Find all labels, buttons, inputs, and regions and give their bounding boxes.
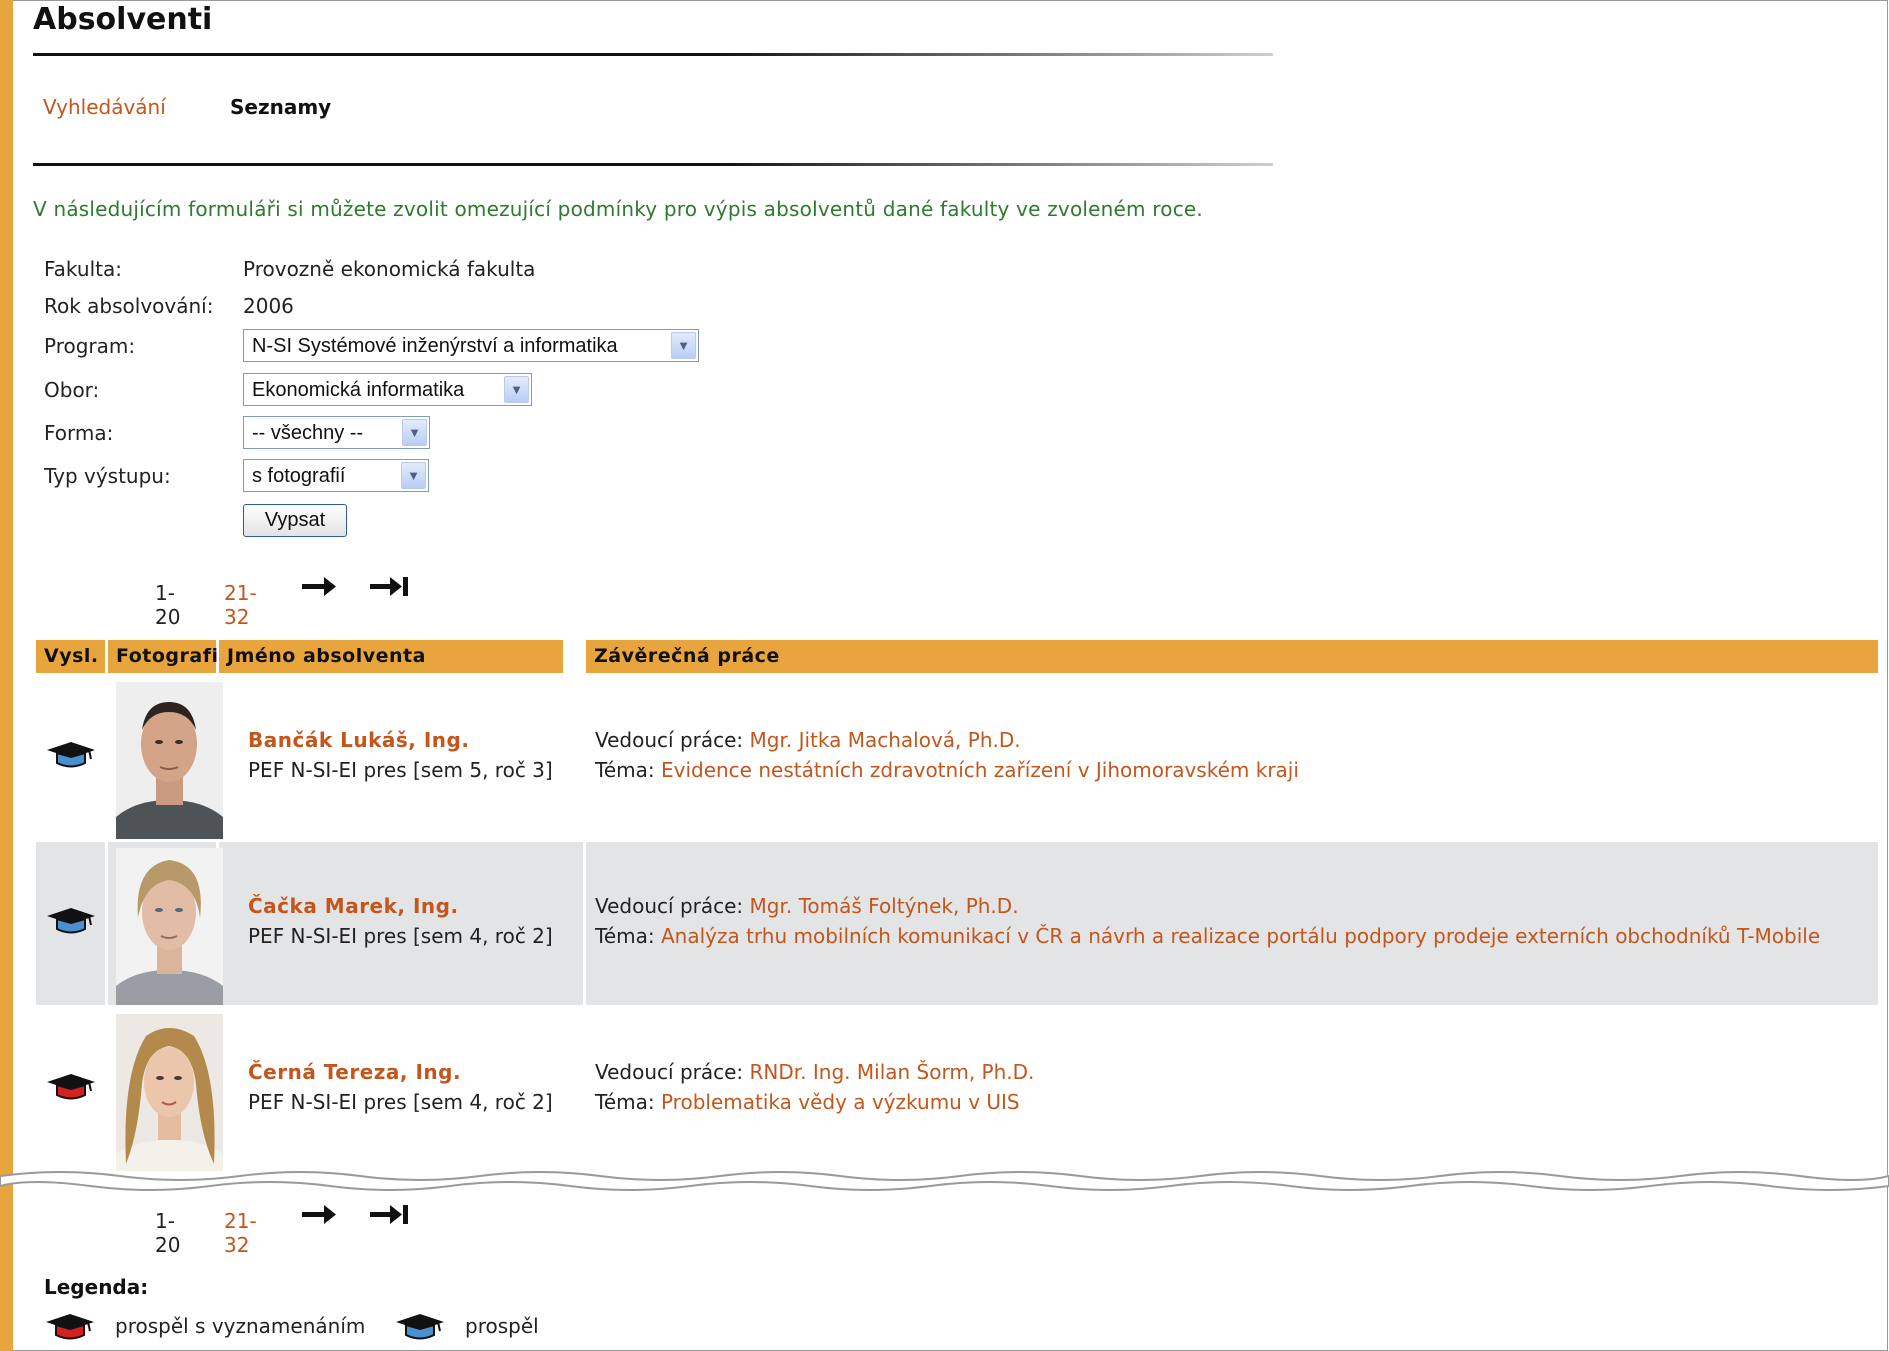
pager-next-range-link[interactable]: 21-32	[224, 581, 257, 629]
section-tabs: Vyhledávání Seznamy	[43, 95, 331, 119]
graduate-photo	[116, 682, 223, 839]
legend-pass-label: prospěl	[465, 1314, 539, 1338]
graduate-study-info: PEF N-SI-EI pres [sem 5, roč 3]	[248, 758, 553, 782]
graduate-study-info: PEF N-SI-EI pres [sem 4, roč 2]	[248, 924, 553, 948]
graduation-cap-red-icon	[46, 1314, 94, 1340]
supervisor-label: Vedoucí práce:	[595, 894, 744, 918]
topic-link[interactable]: Problematika vědy a výzkumu v UIS	[661, 1090, 1020, 1114]
topic-link[interactable]: Analýza trhu mobilních komunikací v ČR a…	[661, 924, 1820, 948]
arrow-right-icon[interactable]	[302, 1202, 338, 1226]
supervisor-line: Vedoucí práce: Mgr. Jitka Machalová, Ph.…	[595, 728, 1021, 752]
supervisor-label: Vedoucí práce:	[595, 728, 744, 752]
chevron-down-icon: ▼	[504, 376, 529, 403]
topic-label: Téma:	[595, 924, 655, 948]
arrow-last-icon[interactable]	[370, 574, 410, 598]
pager-next-range-link[interactable]: 21-32	[224, 1209, 257, 1257]
program-select-value: N-SI Systémové inženýrství a informatika	[252, 335, 618, 357]
arrow-last-icon[interactable]	[370, 1202, 410, 1226]
graduation-cap-blue-icon	[396, 1314, 444, 1340]
graduate-photo	[116, 1014, 223, 1171]
table-header: Vysl. Fotografie Jméno absolventa Závěre…	[36, 640, 1878, 673]
graduation-cap-red-icon[interactable]	[45, 1071, 97, 1101]
graduate-study-info: PEF N-SI-EI pres [sem 4, roč 2]	[248, 1090, 553, 1114]
pager-current: 1-20	[155, 1209, 181, 1257]
chevron-down-icon: ▼	[671, 332, 696, 359]
year-label: Rok absolvování:	[44, 294, 214, 318]
supervisor-label: Vedoucí práce:	[595, 1060, 744, 1084]
study-form-select-value: -- všechny --	[252, 422, 364, 444]
table-row: Černá Tereza, Ing. PEF N-SI-EI pres [sem…	[36, 1008, 1878, 1171]
supervisor-link[interactable]: Mgr. Jitka Machalová, Ph.D.	[750, 728, 1021, 752]
table-row: Bančák Lukáš, Ing. PEF N-SI-EI pres [sem…	[36, 676, 1878, 839]
topic-line: Téma: Evidence nestátních zdravotních za…	[595, 758, 1299, 782]
supervisor-link[interactable]: Mgr. Tomáš Foltýnek, Ph.D.	[750, 894, 1019, 918]
chevron-down-icon: ▼	[402, 419, 427, 446]
page-tear-divider	[0, 1171, 1889, 1191]
program-row: Program: N-SI Systémové inženýrství a in…	[44, 329, 944, 365]
graduation-cap-blue-icon[interactable]	[45, 905, 97, 935]
topic-line: Téma: Analýza trhu mobilních komunikací …	[595, 924, 1820, 948]
header-name: Jméno absolventa	[219, 640, 563, 673]
field-label: Obor:	[44, 378, 100, 402]
header-thesis: Závěrečná práce	[586, 640, 1878, 673]
intro-text: V následujícím formuláři si můžete zvoli…	[33, 197, 1203, 221]
main-content: Absolventi Vyhledávání Seznamy V následuj…	[33, 0, 1878, 1351]
header-result: Vysl.	[36, 640, 105, 673]
supervisor-link[interactable]: RNDr. Ing. Milan Šorm, Ph.D.	[750, 1060, 1035, 1084]
header-photo: Fotografie	[108, 640, 231, 673]
year-value: 2006	[243, 294, 294, 318]
supervisor-line: Vedoucí práce: RNDr. Ing. Milan Šorm, Ph…	[595, 1060, 1034, 1084]
legend-honors-label: prospěl s vyznamenáním	[115, 1314, 366, 1338]
study-form-label: Forma:	[44, 421, 114, 445]
field-row: Obor: Ekonomická informatika ▼	[44, 373, 944, 409]
output-type-select-value: s fotografií	[252, 465, 346, 487]
legend-title: Legenda:	[44, 1275, 149, 1299]
supervisor-line: Vedoucí práce: Mgr. Tomáš Foltýnek, Ph.D…	[595, 894, 1019, 918]
output-type-select[interactable]: s fotografií ▼	[243, 459, 429, 492]
program-select[interactable]: N-SI Systémové inženýrství a informatika…	[243, 329, 699, 362]
output-type-row: Typ výstupu: s fotografií ▼	[44, 459, 944, 495]
topic-line: Téma: Problematika vědy a výzkumu v UIS	[595, 1090, 1020, 1114]
graduate-name-link[interactable]: Čačka Marek, Ing.	[248, 894, 459, 918]
field-select-value: Ekonomická informatika	[252, 379, 465, 401]
pager-current: 1-20	[155, 581, 181, 629]
study-form-row: Forma: -- všechny -- ▼	[44, 416, 944, 452]
graduate-name-link[interactable]: Bančák Lukáš, Ing.	[248, 728, 469, 752]
topic-label: Téma:	[595, 1090, 655, 1114]
submit-button[interactable]: Vypsat	[243, 504, 347, 537]
arrow-right-icon[interactable]	[302, 574, 338, 598]
tabs-divider	[33, 163, 1273, 166]
topic-label: Téma:	[595, 758, 655, 782]
accent-bar	[0, 0, 13, 1351]
graduation-cap-blue-icon[interactable]	[45, 739, 97, 769]
title-divider	[33, 53, 1273, 56]
graduate-photo	[116, 848, 223, 1005]
faculty-row: Fakulta: Provozně ekonomická fakulta	[44, 257, 944, 293]
table-row: Čačka Marek, Ing. PEF N-SI-EI pres [sem …	[36, 842, 1878, 1005]
faculty-label: Fakulta:	[44, 257, 122, 281]
graduate-name-link[interactable]: Černá Tereza, Ing.	[248, 1060, 461, 1084]
field-select[interactable]: Ekonomická informatika ▼	[243, 373, 532, 406]
tab-lists[interactable]: Seznamy	[230, 95, 331, 119]
output-type-label: Typ výstupu:	[44, 464, 171, 488]
tab-search[interactable]: Vyhledávání	[43, 95, 230, 119]
page-title: Absolventi	[33, 2, 213, 37]
year-row: Rok absolvování: 2006	[44, 294, 944, 330]
topic-link[interactable]: Evidence nestátních zdravotních zařízení…	[661, 758, 1299, 782]
faculty-value: Provozně ekonomická fakulta	[243, 257, 536, 281]
program-label: Program:	[44, 334, 136, 358]
chevron-down-icon: ▼	[401, 462, 426, 489]
study-form-select[interactable]: -- všechny -- ▼	[243, 416, 430, 449]
